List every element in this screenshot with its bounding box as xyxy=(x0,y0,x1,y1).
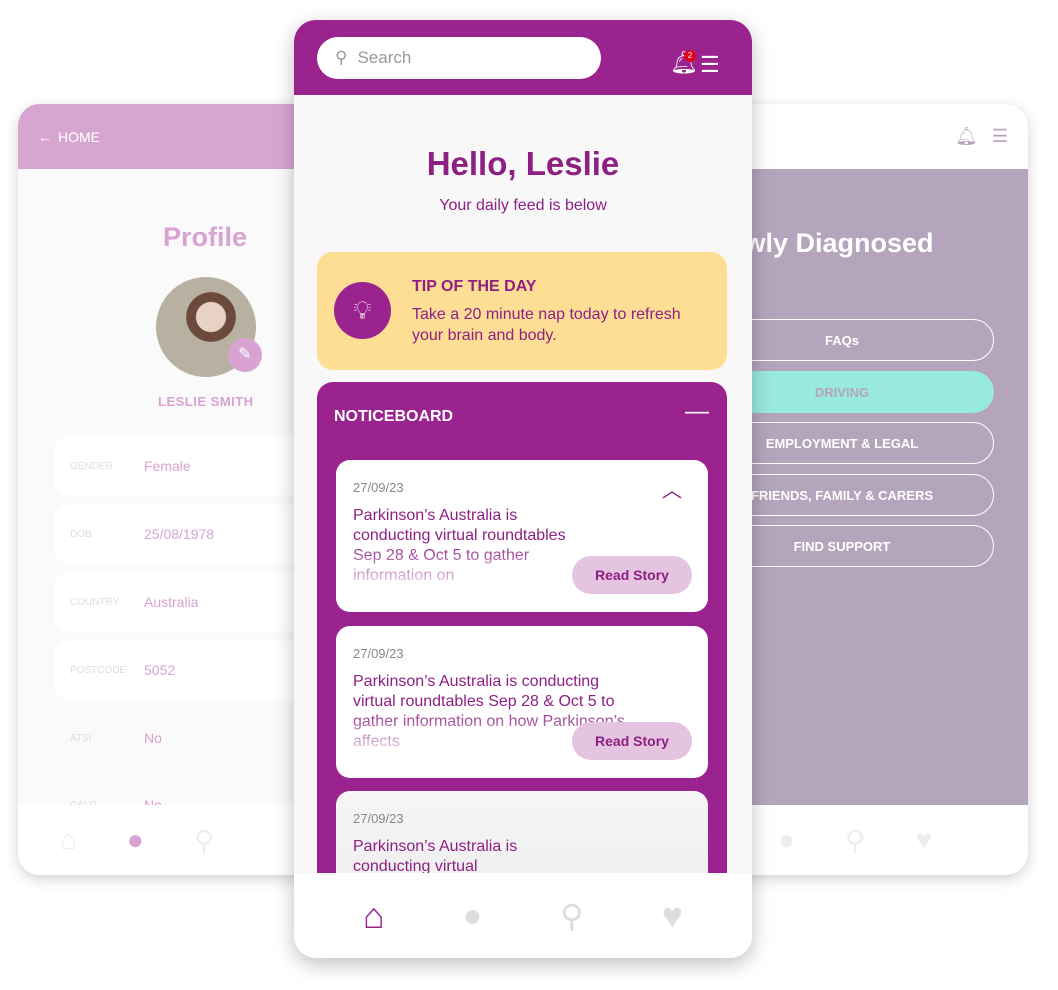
search-icon[interactable]: ⚲ xyxy=(845,824,866,857)
field-gender: GENDER Female xyxy=(54,437,334,495)
chevron-up-icon[interactable]: ︿ xyxy=(662,474,682,503)
profile-screen: ← HOME Profile ✎ LESLIE SMITH GENDER Femal… xyxy=(18,104,338,875)
home-icon[interactable]: ⌂ xyxy=(60,824,77,856)
read-story-button[interactable]: Read Story xyxy=(572,722,692,760)
profile-icon[interactable]: ● xyxy=(463,897,482,934)
profile-icon[interactable]: ● xyxy=(127,824,144,856)
menu-icon[interactable]: ☰ xyxy=(992,126,1008,147)
home-screen: ⚲ Search 🔔︎ 2 ☰ Hello, Leslie Your daily … xyxy=(294,20,752,958)
subtitle: Your daily feed is below xyxy=(439,197,607,214)
read-story-button[interactable]: Read Story xyxy=(572,556,692,594)
greeting: Hello, Leslie xyxy=(426,145,620,182)
bell-icon[interactable]: 🔔︎ xyxy=(955,126,978,147)
notice-card: 27/09/23 ︿ Parkinson’s Australia is cond… xyxy=(336,460,708,612)
field-dob: DOB 25/08/1978 xyxy=(54,505,334,563)
bottom-nav: ⌂ ● ⚲ xyxy=(18,805,338,875)
notification-badge: 2 xyxy=(684,50,696,62)
profile-title: Profile xyxy=(163,222,248,252)
user-name: LESLIE SMITH xyxy=(158,394,254,409)
search-icon[interactable]: ⚲ xyxy=(194,824,215,857)
menu-icon[interactable]: ☰ xyxy=(700,52,720,78)
arrow-left-icon: ← xyxy=(38,128,52,145)
home-icon[interactable]: ⌂ xyxy=(363,895,385,937)
tip-of-the-day: 💡︎ TIP OF THE DAY Take a 20 minute nap t… xyxy=(317,252,727,370)
collapse-icon[interactable]: — xyxy=(685,398,709,426)
search-input[interactable]: ⚲ Search xyxy=(317,37,601,79)
heart-icon[interactable]: ♥ xyxy=(662,895,683,937)
lightbulb-icon: 💡︎ xyxy=(334,282,391,339)
field-country: COUNTRY Australia xyxy=(54,573,334,631)
field-postcode: POSTCODE 5052 xyxy=(54,641,334,699)
search-icon: ⚲ xyxy=(335,48,348,67)
notice-card: 27/09/23 Parkinson’s Australia is conduc… xyxy=(336,626,708,778)
profile-icon[interactable]: ● xyxy=(778,824,795,856)
field-atsi: ATSI No xyxy=(70,730,162,746)
back-home-button[interactable]: ← HOME xyxy=(18,104,338,169)
bottom-nav: ⌂ ● ⚲ ♥ xyxy=(294,873,752,958)
noticeboard: NOTICEBOARD — 27/09/23 ︿ Parkinson’s Aus… xyxy=(317,382,727,943)
edit-pencil-icon[interactable]: ✎ xyxy=(228,338,262,372)
search-icon[interactable]: ⚲ xyxy=(560,897,583,935)
heart-icon[interactable]: ♥ xyxy=(915,824,932,856)
